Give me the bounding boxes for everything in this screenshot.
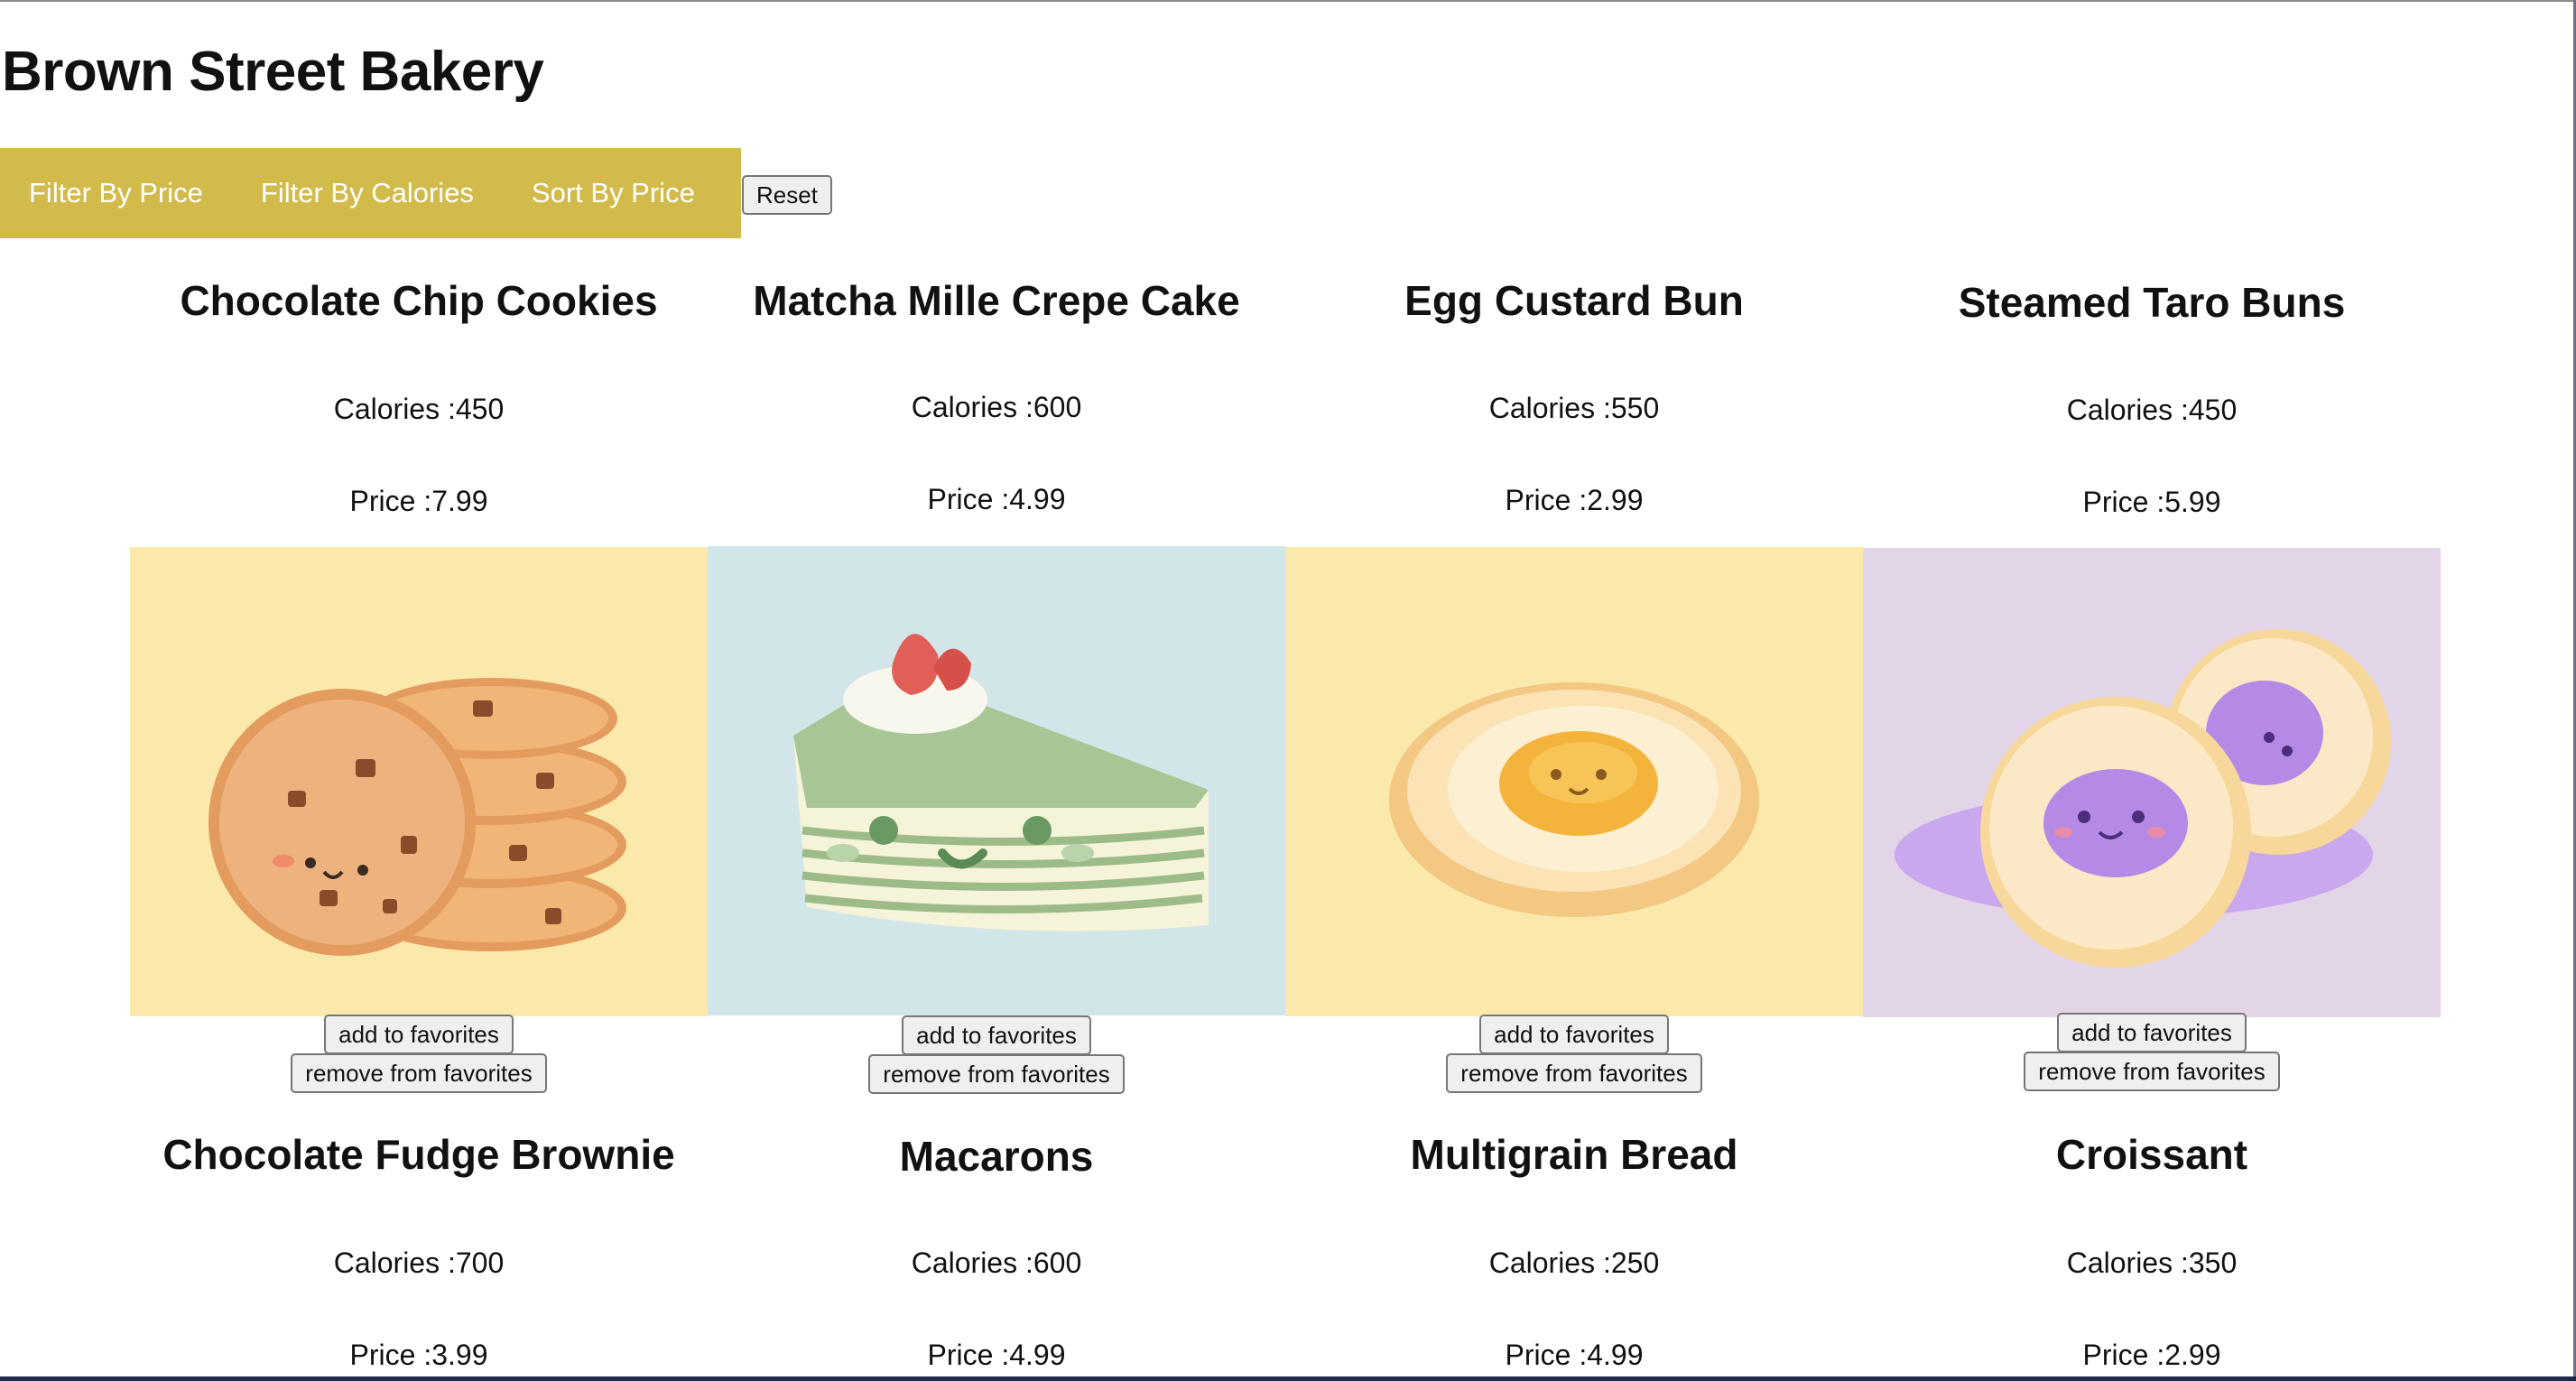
product-name: Macarons <box>899 1133 1094 1180</box>
product-name: Egg Custard Bun <box>1404 277 1744 324</box>
filter-by-calories-link[interactable]: Filter By Calories <box>232 177 503 209</box>
product-name: Steamed Taro Buns <box>1958 279 2346 326</box>
add-to-favorites-button[interactable]: add to favorites <box>1479 1015 1669 1054</box>
favorites-controls: remove from favorites <box>130 1053 708 1093</box>
product-price: Price :2.99 <box>1505 484 1644 516</box>
product-calories: Calories :600 <box>911 1247 1082 1279</box>
product-price: Price :4.99 <box>927 1339 1066 1371</box>
favorites-controls: add to favorites <box>1863 1013 2441 1052</box>
product-calories: Calories :550 <box>1488 392 1660 424</box>
product-name: Matcha Mille Crepe Cake <box>753 277 1240 324</box>
navbar: Filter By Price Filter By Calories Sort … <box>0 148 741 238</box>
remove-from-favorites-button[interactable]: remove from favorites <box>1446 1053 1702 1093</box>
product-calories: Calories :700 <box>333 1247 505 1279</box>
product-name: Croissant <box>2055 1131 2248 1178</box>
product-price: Price :7.99 <box>349 485 488 517</box>
reset-button[interactable]: Reset <box>742 175 832 215</box>
product-calories: Calories :450 <box>2066 394 2238 426</box>
remove-from-favorites-button[interactable]: remove from favorites <box>291 1053 547 1093</box>
remove-from-favorites-button[interactable]: remove from favorites <box>2024 1052 2280 1091</box>
favorites-controls: remove from favorites <box>708 1054 1285 1094</box>
crepe-cake-image <box>708 546 1285 1015</box>
favorites-controls: add to favorites <box>130 1015 708 1054</box>
product-calories: Calories :250 <box>1488 1247 1660 1279</box>
cookies-image <box>130 547 708 1016</box>
product-price: Price :4.99 <box>927 483 1066 515</box>
favorites-controls: add to favorites <box>708 1015 1285 1055</box>
product-calories: Calories :450 <box>333 393 505 425</box>
filter-by-price-link[interactable]: Filter By Price <box>0 177 232 209</box>
custard-bun-image <box>1285 547 1863 1016</box>
product-calories: Calories :350 <box>2066 1247 2238 1279</box>
window-bottom-strip <box>0 1376 2576 1381</box>
remove-from-favorites-button[interactable]: remove from favorites <box>868 1054 1125 1094</box>
add-to-favorites-button[interactable]: add to favorites <box>902 1015 1091 1055</box>
product-name: Chocolate Fudge Brownie <box>162 1131 675 1178</box>
page-title: Brown Street Bakery <box>2 41 544 103</box>
product-name: Chocolate Chip Cookies <box>180 277 658 324</box>
window-top-border <box>0 0 2576 2</box>
product-price: Price :2.99 <box>2082 1339 2221 1371</box>
favorites-controls: remove from favorites <box>1285 1053 1863 1093</box>
favorites-controls: add to favorites <box>1285 1015 1863 1054</box>
product-price: Price :3.99 <box>349 1339 488 1371</box>
add-to-favorites-button[interactable]: add to favorites <box>324 1015 514 1054</box>
product-name: Multigrain Bread <box>1410 1131 1738 1178</box>
favorites-controls: remove from favorites <box>1863 1052 2441 1091</box>
sort-by-price-link[interactable]: Sort By Price <box>503 177 724 209</box>
product-price: Price :5.99 <box>2082 486 2221 518</box>
add-to-favorites-button[interactable]: add to favorites <box>2057 1013 2247 1052</box>
product-calories: Calories :600 <box>911 391 1082 423</box>
product-price: Price :4.99 <box>1505 1339 1644 1371</box>
taro-buns-image <box>1863 548 2441 1017</box>
